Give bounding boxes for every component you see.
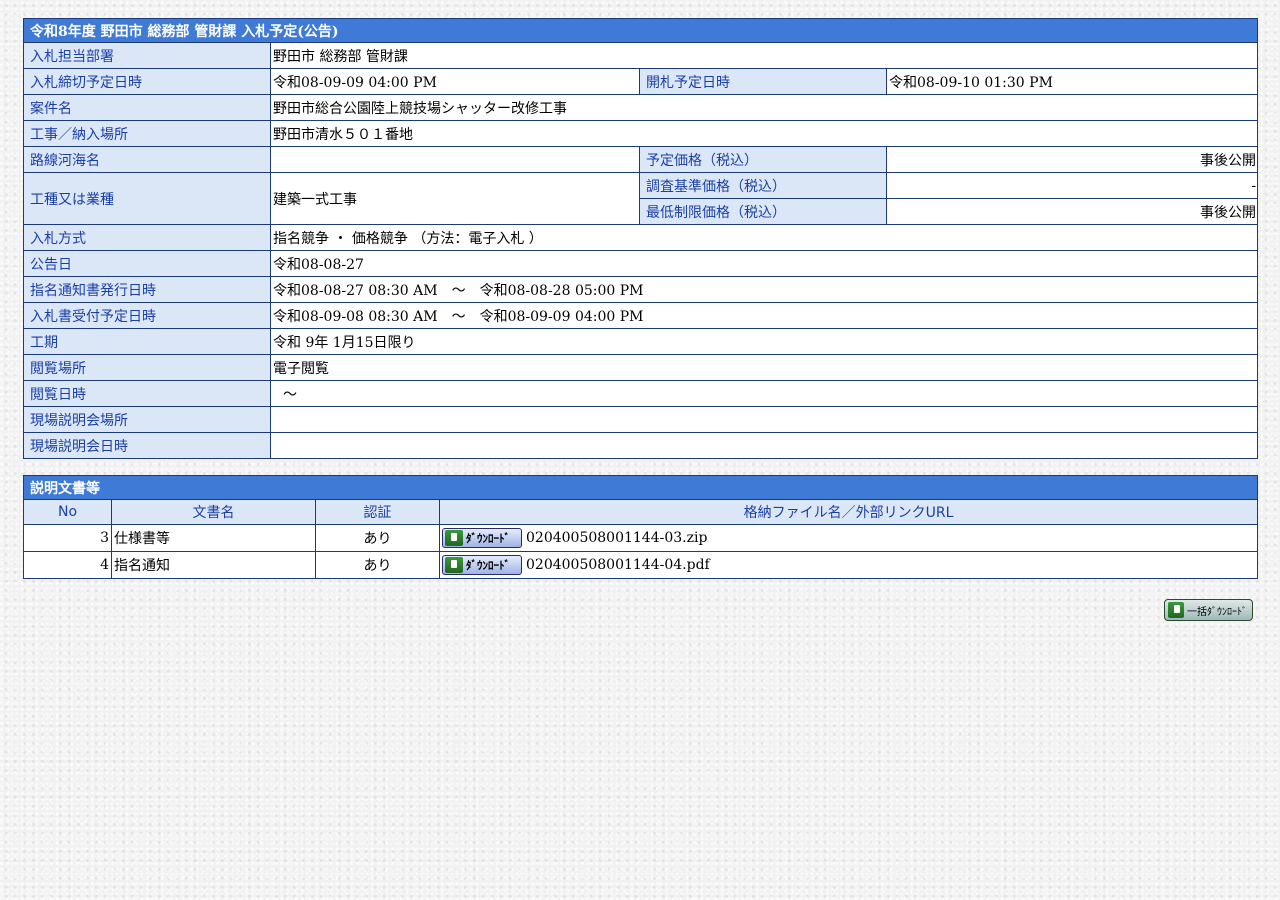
doc-name: 仕様書等	[111, 524, 316, 552]
col-header-doc-name: 文書名	[111, 499, 316, 525]
value-site-date	[269, 432, 1259, 459]
label-period: 工期	[23, 328, 271, 355]
value-method: 指名競争 ・ 価格競争 （方法：電子入札 ）	[269, 224, 1259, 251]
label-method: 入札方式	[23, 224, 271, 251]
documents-title: 説明文書等	[23, 475, 1258, 500]
value-opening: 令和08-09-10 01:30 PM	[885, 68, 1259, 95]
value-site-place	[269, 406, 1259, 433]
download-icon	[1168, 602, 1184, 618]
col-header-auth: 認証	[315, 499, 440, 525]
label-deadline: 入札締切予定日時	[23, 68, 271, 95]
value-view-date: ～	[269, 380, 1259, 407]
download-icon	[445, 557, 463, 573]
label-site-place: 現場説明会場所	[23, 406, 271, 433]
value-route	[270, 146, 640, 173]
download-icon	[445, 530, 463, 546]
bulk-download-label: 一括ﾀﾞｳﾝﾛｰﾄﾞ	[1187, 606, 1247, 618]
value-deadline: 令和08-09-09 04:00 PM	[270, 68, 640, 95]
label-planned-price: 予定価格（税込）	[639, 146, 887, 173]
value-planned-price: 事後公開	[885, 146, 1259, 173]
doc-name: 指名通知	[111, 551, 316, 579]
table-row: 4 指名通知 あり ﾀﾞｳﾝﾛｰﾄﾞ 020400508001144-04.pd…	[23, 551, 1258, 579]
download-label: ﾀﾞｳﾝﾛｰﾄﾞ	[466, 559, 510, 572]
value-dept: 野田市 総務部 管財課	[269, 42, 1259, 69]
value-location: 野田市清水５０１番地	[269, 120, 1259, 147]
doc-file-cell: ﾀﾞｳﾝﾛｰﾄﾞ 020400508001144-03.zip	[439, 524, 1258, 552]
page-title: 令和8年度 野田市 総務部 管財課 入札予定(公告)	[22, 18, 1259, 43]
download-button[interactable]: ﾀﾞｳﾝﾛｰﾄﾞ	[442, 528, 522, 548]
col-header-file: 格納ファイル名／外部リンクURL	[439, 499, 1258, 525]
value-announce-date: 令和08-08-27	[269, 250, 1259, 277]
value-view-place: 電子閲覧	[269, 354, 1259, 381]
download-label: ﾀﾞｳﾝﾛｰﾄﾞ	[466, 532, 510, 545]
doc-auth: あり	[315, 551, 440, 579]
col-header-no: No	[23, 499, 112, 525]
label-bid-accept: 入札書受付予定日時	[23, 302, 271, 329]
value-work-type: 建築一式工事	[270, 172, 640, 225]
documents-table: 説明文書等 No 文書名 認証 格納ファイル名／外部リンクURL 3 仕様書等 …	[23, 475, 1258, 579]
label-min-price: 最低制限価格（税込）	[639, 198, 887, 225]
value-period: 令和 9年 1月15日限り	[269, 328, 1259, 355]
label-view-date: 閲覧日時	[23, 380, 271, 407]
doc-auth: あり	[315, 524, 440, 552]
label-work-type: 工種又は業種	[23, 172, 271, 225]
bid-details: 令和8年度 野田市 総務部 管財課 入札予定(公告) 入札担当部署 野田市 総務…	[22, 18, 1259, 579]
doc-no: 3	[23, 524, 112, 552]
download-button[interactable]: ﾀﾞｳﾝﾛｰﾄﾞ	[442, 555, 522, 575]
value-bid-accept: 令和08-09-08 08:30 AM ～ 令和08-09-09 04:00 P…	[269, 302, 1259, 329]
value-notice-issue: 令和08-08-27 08:30 AM ～ 令和08-08-28 05:00 P…	[269, 276, 1259, 303]
bulk-download-button[interactable]: 一括ﾀﾞｳﾝﾛｰﾄﾞ	[1164, 599, 1253, 621]
bid-info-table: 令和8年度 野田市 総務部 管財課 入札予定(公告) 入札担当部署 野田市 総務…	[22, 18, 1259, 459]
label-view-place: 閲覧場所	[23, 354, 271, 381]
label-announce-date: 公告日	[23, 250, 271, 277]
value-project: 野田市総合公園陸上競技場シャッター改修工事	[269, 94, 1259, 121]
label-opening: 開札予定日時	[639, 68, 887, 95]
doc-file-cell: ﾀﾞｳﾝﾛｰﾄﾞ 020400508001144-04.pdf	[439, 551, 1258, 579]
label-notice-issue: 指名通知書発行日時	[23, 276, 271, 303]
doc-no: 4	[23, 551, 112, 579]
label-dept: 入札担当部署	[23, 42, 271, 69]
value-min-price: 事後公開	[885, 198, 1259, 225]
label-location: 工事／納入場所	[23, 120, 271, 147]
label-project: 案件名	[23, 94, 271, 121]
value-survey-price: -	[885, 172, 1259, 199]
table-row: 3 仕様書等 あり ﾀﾞｳﾝﾛｰﾄﾞ 020400508001144-03.zi…	[23, 524, 1258, 552]
doc-file-name: 020400508001144-04.pdf	[526, 557, 710, 573]
label-route: 路線河海名	[23, 146, 271, 173]
label-site-date: 現場説明会日時	[23, 432, 271, 459]
label-survey-price: 調査基準価格（税込）	[639, 172, 887, 199]
doc-file-name: 020400508001144-03.zip	[526, 530, 708, 546]
